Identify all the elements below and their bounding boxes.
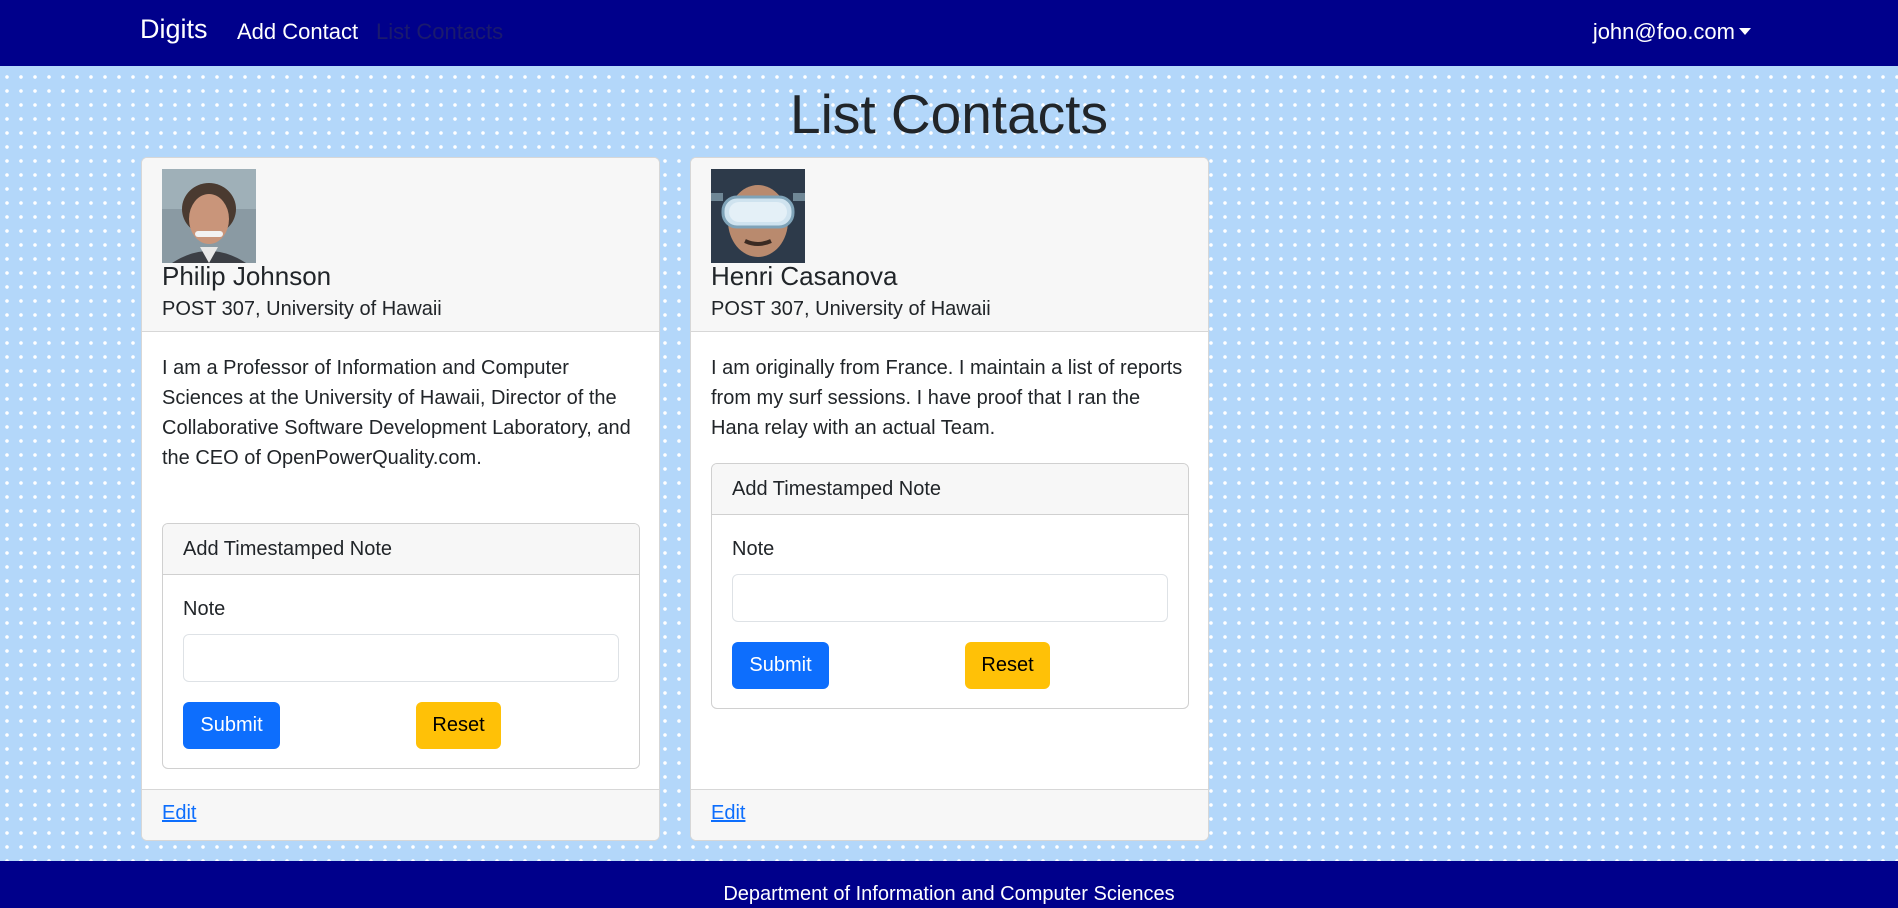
reset-button[interactable]: Reset [965, 642, 1050, 689]
nav-add-contact[interactable]: Add Contact [237, 19, 358, 45]
note-form-title: Add Timestamped Note [163, 524, 639, 575]
brand-link[interactable]: Digits [140, 14, 208, 45]
contact-card-footer: Edit [691, 789, 1208, 840]
contact-avatar [711, 169, 805, 263]
submit-button[interactable]: Submit [183, 702, 280, 749]
note-label: Note [732, 538, 775, 560]
contact-card: Henri Casanova POST 307, University of H… [690, 157, 1209, 841]
nav-list-contacts[interactable]: List Contacts [376, 19, 503, 45]
edit-link[interactable]: Edit [711, 802, 745, 825]
contact-card-footer: Edit [142, 789, 659, 840]
contact-photo-icon [162, 169, 256, 263]
page-footer: Department of Information and Computer S… [0, 861, 1898, 908]
contact-description: I am a Professor of Information and Comp… [162, 357, 631, 469]
note-label: Note [183, 598, 226, 620]
contact-description: I am originally from France. I maintain … [711, 357, 1183, 439]
contact-card-header: Philip Johnson POST 307, University of H… [142, 158, 659, 332]
user-dropdown[interactable]: john@foo.com [1593, 19, 1751, 45]
contact-card-header: Henri Casanova POST 307, University of H… [691, 158, 1208, 332]
contact-photo-icon [711, 169, 805, 263]
contact-card: Philip Johnson POST 307, University of H… [141, 157, 660, 841]
footer-text: Department of Information and Computer S… [723, 883, 1175, 905]
contact-address: POST 307, University of Hawaii [162, 298, 442, 320]
top-navbar: Digits Add Contact List Contacts john@fo… [0, 0, 1898, 66]
contact-name: Philip Johnson [162, 261, 332, 291]
reset-button[interactable]: Reset [416, 702, 501, 749]
note-form-title: Add Timestamped Note [712, 464, 1188, 515]
submit-button[interactable]: Submit [732, 642, 829, 689]
page-title: List Contacts [790, 83, 1108, 145]
user-email: john@foo.com [1592, 19, 1735, 44]
edit-link[interactable]: Edit [162, 802, 196, 825]
note-form: Add Timestamped Note Note Submit Reset [162, 523, 640, 769]
contact-name: Henri Casanova [711, 261, 898, 291]
note-input[interactable] [732, 574, 1168, 622]
caret-down-icon [1739, 28, 1751, 35]
note-form: Add Timestamped Note Note Submit Reset [711, 463, 1189, 709]
contact-address: POST 307, University of Hawaii [711, 298, 991, 320]
note-input[interactable] [183, 634, 619, 682]
contact-avatar [162, 169, 256, 263]
